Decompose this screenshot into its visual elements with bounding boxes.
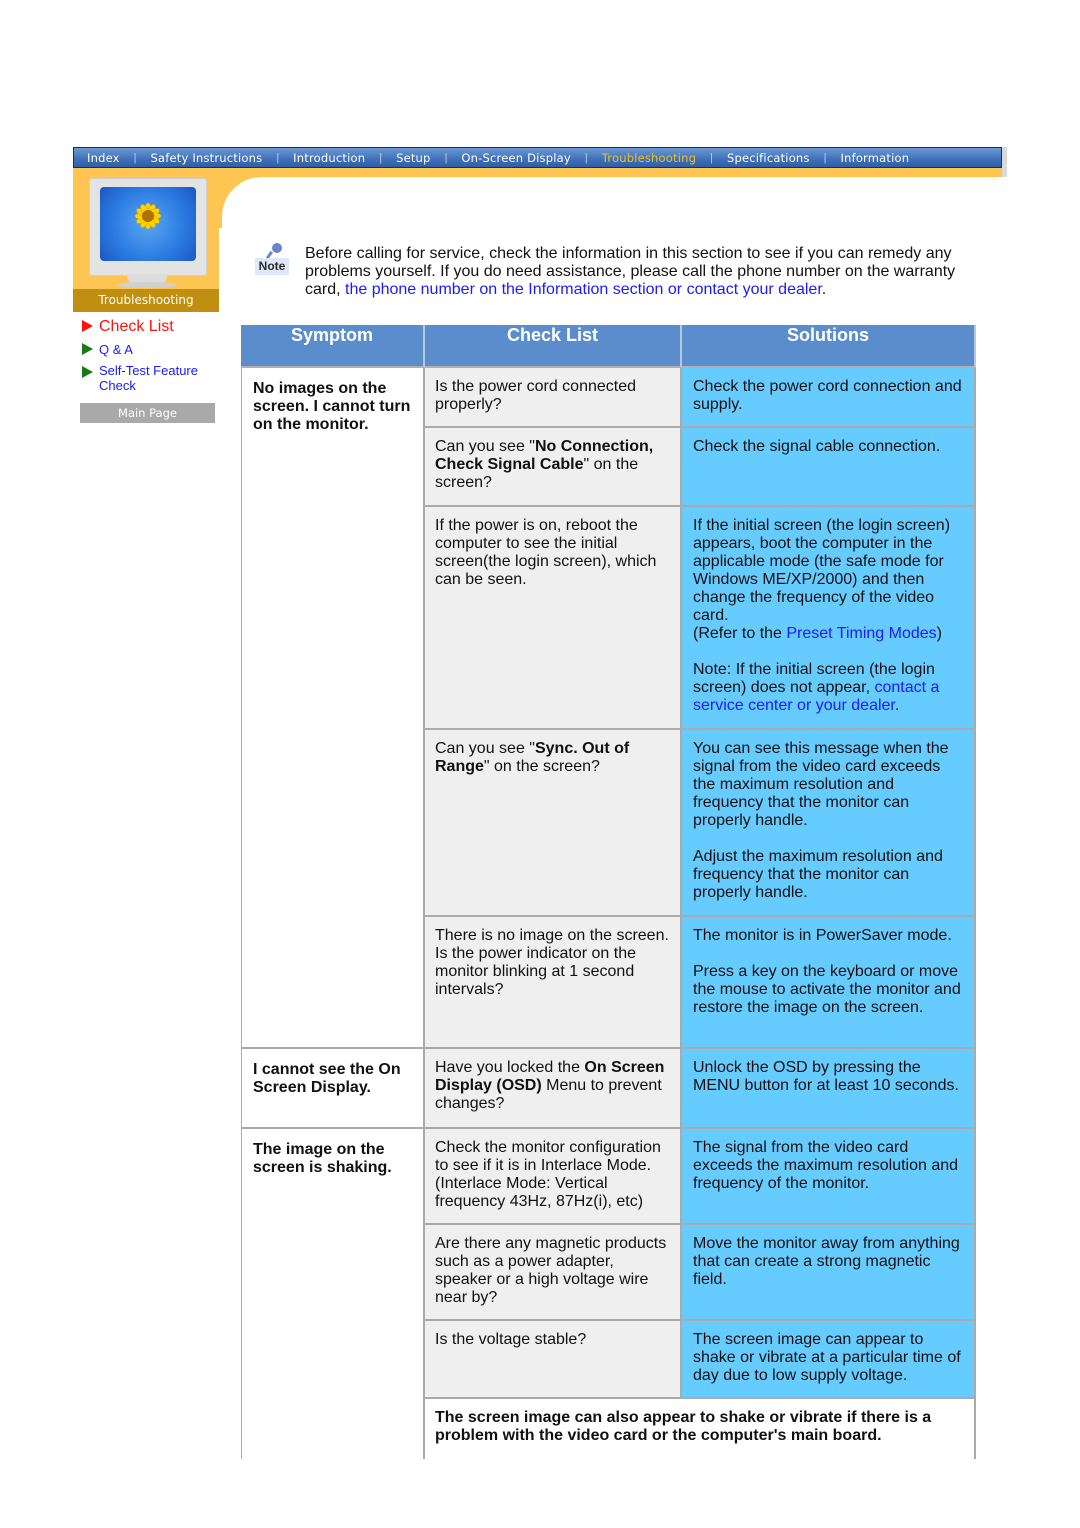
table-row: I cannot see the On Screen Display. Have … <box>241 1049 976 1129</box>
symptom-cell: No images on the screen. I cannot turn o… <box>241 368 425 1049</box>
nav-item-troubleshooting[interactable]: Troubleshooting <box>602 151 696 165</box>
check-cell: There is no image on the screen. Is the … <box>425 917 682 1049</box>
header-solutions: Solutions <box>682 325 976 368</box>
intro-paragraph: Before calling for service, check the in… <box>305 245 985 299</box>
monitor-screen <box>100 187 196 261</box>
sidebar-link-label: Check List <box>99 318 174 335</box>
sidebar-link-label: Self-Test Feature Check <box>99 363 198 393</box>
inline-link[interactable]: Preset Timing Modes <box>786 625 936 642</box>
check-cell: Are there any magnetic products such as … <box>425 1225 682 1321</box>
sidebar-link-qa[interactable]: Q & A <box>82 342 133 357</box>
top-navigation-bar: Index | Safety Instructions | Introduction | S… <box>73 147 1002 168</box>
text: Move the monitor away from anything that… <box>693 1235 960 1288</box>
nav-item-introduction[interactable]: Introduction <box>293 151 365 165</box>
text: Are there any magnetic products such as … <box>435 1235 667 1306</box>
solution-cell: Check the power cord connection and supp… <box>682 368 976 428</box>
text: There is no image on the screen. Is the … <box>435 927 669 998</box>
table-body: No images on the screen. I cannot turn o… <box>241 368 976 1459</box>
text: Is the power cord connected properly? <box>435 378 637 413</box>
main-page-button[interactable]: Main Page <box>80 403 215 423</box>
nav-item-specifications[interactable]: Specifications <box>727 151 810 165</box>
text: Unlock the OSD by pressing the MENU butt… <box>693 1059 959 1094</box>
nav-item-safety-instructions[interactable]: Safety Instructions <box>151 151 263 165</box>
intro-text-end: . <box>821 281 827 298</box>
nav-separator: | <box>276 151 280 164</box>
text: Check the monitor configuration to see i… <box>435 1139 661 1210</box>
check-cell: Is the voltage stable? <box>425 1321 682 1399</box>
table-header-row: Symptom Check List Solutions <box>241 325 976 368</box>
nav-item-information[interactable]: Information <box>840 151 909 165</box>
text: Can you see " <box>435 740 535 757</box>
symptom-cell: I cannot see the On Screen Display. <box>241 1049 425 1129</box>
sidebar-link-check-list[interactable]: Check List <box>82 318 174 336</box>
text: Have you locked the <box>435 1059 585 1076</box>
nav-separator: | <box>710 151 713 164</box>
text: The signal from the video card exceeds t… <box>693 1139 959 1192</box>
nav-shadow <box>1002 147 1007 177</box>
table-row: No images on the screen. I cannot turn o… <box>241 368 976 1049</box>
sidebar-link-label: Q & A <box>99 342 133 357</box>
check-cell: Can you see "No Connection, Check Signal… <box>425 428 682 507</box>
check-cell: Can you see "Sync. Out of Range" on the … <box>425 730 682 917</box>
solution-cell: The monitor is in PowerSaver mode. Press … <box>682 917 976 1049</box>
nav-separator: | <box>379 151 383 164</box>
solution-cell: The signal from the video card exceeds t… <box>682 1129 976 1225</box>
green-triangle-bullet-icon <box>82 343 93 355</box>
table-row: The image on the screen is shaking. Check… <box>241 1129 976 1459</box>
text: If the initial screen (the login screen)… <box>693 517 951 624</box>
nav-separator: | <box>133 151 137 164</box>
solution-cell: The screen image can appear to shake or … <box>682 1321 976 1399</box>
nav-separator: | <box>584 151 588 164</box>
text: If the power is on, reboot the computer … <box>435 517 657 588</box>
nav-item-on-screen-display[interactable]: On-Screen Display <box>461 151 570 165</box>
nav-item-index[interactable]: Index <box>87 151 120 165</box>
monitor-illustration-icon <box>87 178 207 288</box>
symptom-cell: The image on the screen is shaking. <box>241 1129 425 1459</box>
sunflower-icon <box>134 202 162 230</box>
text: Adjust the maximum resolution and freque… <box>693 848 943 901</box>
red-triangle-bullet-icon <box>82 320 93 332</box>
text: Check the signal cable connection. <box>693 438 941 455</box>
text: Is the voltage stable? <box>435 1331 587 1348</box>
pushpin-icon <box>272 243 282 253</box>
nav-separator: | <box>444 151 448 164</box>
solution-cell: Move the monitor away from anything that… <box>682 1225 976 1321</box>
green-triangle-bullet-icon <box>82 366 93 378</box>
monitor-body <box>89 178 207 276</box>
check-cell: If the power is on, reboot the computer … <box>425 507 682 730</box>
sidebar-link-self-test[interactable]: Self-Test Feature Check <box>82 363 214 393</box>
text: (Refer to the <box>693 625 787 642</box>
nav-separator: | <box>823 151 827 164</box>
solution-cell: Check the signal cable connection. <box>682 428 976 507</box>
troubleshooting-table: Symptom Check List Solutions No images o… <box>241 325 976 1459</box>
solution-cell: Unlock the OSD by pressing the MENU butt… <box>682 1049 976 1129</box>
header-check-list: Check List <box>425 325 682 368</box>
check-cell: Have you locked the On Screen Display (O… <box>425 1049 682 1129</box>
nav-item-setup[interactable]: Setup <box>396 151 430 165</box>
contact-dealer-link[interactable]: the phone number on the Information sect… <box>345 281 822 298</box>
note-label: Note <box>255 258 289 275</box>
text: The screen image can appear to shake or … <box>693 1331 961 1384</box>
check-cell: Is the power cord connected properly? <box>425 368 682 428</box>
solution-cell: If the initial screen (the login screen)… <box>682 507 976 730</box>
text: You can see this message when the signal… <box>693 740 949 829</box>
text: . <box>894 697 900 714</box>
check-cell: Check the monitor configuration to see i… <box>425 1129 682 1225</box>
text: Can you see " <box>435 438 535 455</box>
text: ) <box>936 625 942 642</box>
section-label: Troubleshooting <box>73 289 219 312</box>
note-icon: Note <box>255 243 289 277</box>
header-symptom: Symptom <box>241 325 425 368</box>
text: " on the screen? <box>483 758 600 775</box>
footnote-cell: The screen image can also appear to shak… <box>425 1399 976 1459</box>
solution-cell: You can see this message when the signal… <box>682 730 976 917</box>
text: The monitor is in PowerSaver mode. <box>693 927 952 944</box>
text: Press a key on the keyboard or move the … <box>693 963 961 1016</box>
monitor-base <box>117 282 177 288</box>
text: Check the power cord connection and supp… <box>693 378 962 413</box>
